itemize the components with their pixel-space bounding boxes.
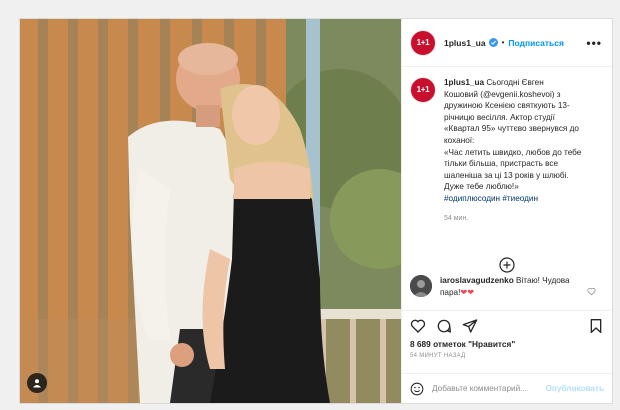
verified-badge-icon [488, 34, 498, 52]
comment-input[interactable] [432, 384, 546, 393]
comment-text: iaroslavagudzenko Вітаю! Чудова пара!❤❤ [440, 275, 590, 299]
caption-avatar[interactable]: 1+1 [410, 77, 436, 103]
caption-row: 1+1 1plus1_ua Сьогодні Євген Кошовий (@e… [410, 77, 604, 224]
caption-timestamp: 54 мин. [444, 214, 469, 222]
avatar[interactable]: 1+1 [410, 29, 436, 56]
post-photo[interactable] [20, 19, 401, 403]
brand-logo: 1+1 [416, 85, 430, 94]
caption-hashtags[interactable]: #одиплюсодин #тиеодин [444, 193, 604, 205]
caption-line-6: «Час летить швидко, любов до тебе [444, 147, 582, 157]
user-tag-icon[interactable] [27, 373, 47, 393]
bookmark-icon[interactable] [588, 318, 604, 334]
publish-button[interactable]: Опубликовать [546, 384, 604, 393]
caption-line-3: річницю весілля. Актор студії [444, 112, 555, 122]
comment-item: iaroslavagudzenko Вітаю! Чудова пара!❤❤ [410, 275, 604, 299]
comment-like-heart-icon[interactable] [587, 283, 596, 301]
caption-line-7: тільки більша, пристрасть все [444, 159, 559, 169]
caption-section: 1+1 1plus1_ua Сьогодні Євген Кошовий (@e… [402, 67, 612, 280]
likes-count[interactable]: 8 689 отметок "Нравится" [410, 339, 515, 349]
separator-dot: • [501, 38, 505, 47]
heart-icon[interactable] [410, 318, 426, 334]
caption-line-4: «Квартал 95» чуттєво звернувся до [444, 124, 579, 134]
commenter-avatar[interactable] [410, 275, 432, 297]
instagram-post: 1+1 1plus1_ua • Подписаться ••• 1+1 1plu… [19, 18, 613, 404]
caption-line-1: Кошовий (@evgenii.koshevoi) з [444, 89, 561, 99]
caption-text: 1plus1_ua Сьогодні Євген Кошовий (@evgen… [444, 77, 604, 224]
caption-line-2: дружиною Ксенією святкують 13- [444, 101, 570, 111]
paper-plane-icon[interactable] [462, 318, 478, 334]
post-side-panel: 1+1 1plus1_ua • Подписаться ••• 1+1 1plu… [401, 19, 612, 403]
caption-line-8: шаленіша за ці 13 років у шлюбі. [444, 170, 569, 180]
more-options-icon[interactable]: ••• [586, 36, 604, 50]
heart-emoji: ❤❤ [460, 288, 475, 297]
comment-icon[interactable] [436, 318, 452, 334]
caption-line-9: Дуже тебе люблю!» [444, 182, 519, 192]
caption-line-0: 1plus1_ua Сьогодні Євген [444, 77, 604, 89]
caption-line-5: коханої: [444, 135, 475, 145]
couple-photo-illustration [20, 19, 401, 403]
brand-logo: 1+1 [416, 37, 430, 47]
caption-line-text: Сьогодні Євген [486, 78, 544, 87]
action-bar [402, 310, 612, 340]
plus-circle-icon[interactable] [499, 257, 515, 273]
follow-button[interactable]: Подписаться [508, 38, 564, 48]
commenter-username[interactable]: iaroslavagudzenko [440, 276, 514, 285]
header-username[interactable]: 1plus1_ua [444, 38, 486, 48]
post-header: 1+1 1plus1_ua • Подписаться ••• [402, 19, 612, 67]
post-timestamp: 54 МИНУТ НАЗАД [410, 353, 466, 359]
caption-username[interactable]: 1plus1_ua [444, 78, 484, 87]
comment-box: Опубликовать [402, 373, 612, 403]
smiley-icon[interactable] [410, 382, 424, 396]
